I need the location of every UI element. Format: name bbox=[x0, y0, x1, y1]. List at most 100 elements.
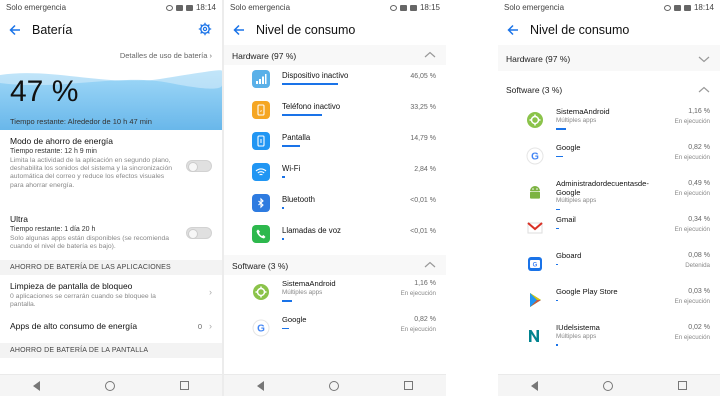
software-list: SistemaAndroid Múltiples apps 1,16 % En eje… bbox=[498, 103, 720, 355]
alarm-icon bbox=[165, 4, 173, 11]
clock-text: 18:15 bbox=[419, 3, 440, 12]
ultra-toggle[interactable] bbox=[186, 227, 212, 239]
hardware-item[interactable]: Wi-Fi 2,84 % bbox=[224, 158, 446, 189]
hardware-item[interactable]: Pantalla 14,79 % bbox=[224, 127, 446, 158]
usage-bar bbox=[282, 327, 290, 330]
battery-percent: 47 % bbox=[10, 75, 79, 108]
ultra-desc: Solo algunas apps están disponibles (se … bbox=[10, 235, 170, 251]
usage-percent: 46,05 % bbox=[410, 73, 436, 80]
nav-recents-icon[interactable] bbox=[180, 381, 190, 390]
phone-idle-icon: z bbox=[252, 101, 270, 119]
app-item[interactable]: G Google 0,82 % En ejecución bbox=[224, 311, 446, 347]
software-group-header[interactable]: Software (3 %) bbox=[224, 255, 446, 275]
lock-cleanup-desc: 0 aplicaciones se cerrarán cuando se blo… bbox=[10, 293, 156, 309]
back-arrow-icon[interactable] bbox=[232, 23, 246, 37]
svg-text:G: G bbox=[531, 152, 539, 163]
chevron-up-icon bbox=[424, 261, 436, 268]
battery-remaining: Tiempo restante: Alrededor de 10 h 47 mi… bbox=[10, 117, 152, 126]
carrier-text: Solo emergencia bbox=[230, 3, 291, 12]
back-arrow-icon[interactable] bbox=[506, 23, 520, 37]
panel-gap bbox=[446, 0, 498, 396]
usage-percent: 0,49 % bbox=[688, 180, 710, 187]
high-consumption-title: Apps de alto consumo de energía bbox=[10, 321, 138, 331]
app-item-subtitle: Múltiples apps bbox=[556, 197, 597, 205]
nav-bar bbox=[498, 374, 720, 396]
usage-percent: 2,84 % bbox=[414, 166, 436, 173]
nav-back-icon[interactable] bbox=[32, 380, 40, 391]
chevron-down-icon bbox=[698, 56, 710, 63]
hardware-item[interactable]: Llamadas de voz <0,01 % bbox=[224, 220, 446, 251]
app-item-name: SistemaAndroid Múltiples apps bbox=[282, 279, 392, 297]
app-item-name: Google bbox=[282, 315, 307, 324]
hardware-group-header[interactable]: Hardware (97 %) bbox=[498, 45, 720, 71]
software-list: SistemaAndroid Múltiples apps 1,16 % En eje… bbox=[224, 275, 446, 347]
app-item[interactable]: Google Play Store 0,03 % En ejecución bbox=[498, 283, 720, 319]
hardware-item[interactable]: z Teléfono inactivo 33,25 % bbox=[224, 96, 446, 127]
status-bar: Solo emergencia 18:14 bbox=[0, 0, 222, 15]
usage-percent: 0,34 % bbox=[688, 216, 710, 223]
app-item[interactable]: G Google 0,82 % En ejecución bbox=[498, 139, 720, 175]
page-title: Nivel de consumo bbox=[530, 23, 630, 37]
usage-percent: 1,16 % bbox=[688, 108, 710, 115]
usage-bar bbox=[282, 83, 338, 85]
high-consumption-apps[interactable]: Apps de alto consumo de energía 0 › bbox=[0, 315, 222, 343]
gear-icon[interactable] bbox=[198, 22, 212, 36]
nav-recents-icon[interactable] bbox=[678, 381, 688, 390]
battery-usage-details-link[interactable]: Detalles de uso de batería › bbox=[120, 51, 212, 60]
screen-icon bbox=[252, 132, 270, 150]
usage-bar bbox=[556, 155, 564, 158]
hardware-group-header[interactable]: Hardware (97 %) bbox=[224, 45, 446, 65]
svg-text:G: G bbox=[533, 263, 538, 269]
nav-back-icon[interactable] bbox=[530, 380, 538, 391]
software-group-label: Software (3 %) bbox=[506, 85, 563, 95]
battery-screen: Solo emergencia 18:14 Batería Detalles d… bbox=[0, 0, 222, 396]
usage-bar bbox=[282, 114, 323, 116]
back-arrow-icon[interactable] bbox=[8, 23, 22, 37]
app-state: Detenida bbox=[685, 262, 710, 269]
app-item[interactable]: G Gboard 0,08 % Detenida bbox=[498, 247, 720, 283]
wifi-icon bbox=[252, 163, 270, 181]
google-icon: G bbox=[252, 319, 270, 337]
usage-percent: 1,16 % bbox=[414, 280, 436, 287]
page-title: Batería bbox=[32, 23, 73, 37]
page-title: Nivel de consumo bbox=[256, 23, 356, 37]
svg-text:z: z bbox=[260, 108, 262, 113]
nav-home-icon[interactable] bbox=[328, 380, 339, 391]
wifi-status-icon bbox=[399, 4, 407, 11]
software-group-header[interactable]: Software (3 %) bbox=[498, 71, 720, 103]
ultra-setting[interactable]: Ultra Tiempo restante: 1 día 20 h Solo a… bbox=[0, 208, 222, 260]
section-app-battery-saving: AHORRO DE BATERÍA DE LAS APLICACIONES bbox=[0, 260, 222, 275]
app-item-name: IUdelsistema Múltiples apps bbox=[556, 323, 666, 341]
usage-percent: 14,79 % bbox=[410, 135, 436, 142]
usage-bar bbox=[282, 176, 286, 178]
app-bar: Nivel de consumo bbox=[498, 15, 720, 45]
lock-screen-cleanup[interactable]: Limpieza de pantalla de bloqueo 0 aplica… bbox=[0, 275, 222, 315]
usage-percent: 0,02 % bbox=[688, 324, 710, 331]
nav-home-icon[interactable] bbox=[104, 380, 115, 391]
nav-bar bbox=[0, 374, 222, 396]
app-item[interactable]: Gmail 0,34 % En ejecución bbox=[498, 211, 720, 247]
carrier-text: Solo emergencia bbox=[504, 3, 565, 12]
power-saving-time: Tiempo restante: 12 h 9 min bbox=[10, 148, 97, 155]
power-saving-toggle[interactable] bbox=[186, 160, 212, 172]
nav-home-icon[interactable] bbox=[602, 380, 613, 391]
app-item[interactable]: SistemaAndroid Múltiples apps 1,16 % En eje… bbox=[224, 275, 446, 311]
app-item-name: Google bbox=[556, 143, 581, 152]
app-item[interactable]: SistemaAndroid Múltiples apps 1,16 % En eje… bbox=[498, 103, 720, 139]
hardware-item[interactable]: Bluetooth <0,01 % bbox=[224, 189, 446, 220]
gmail-icon bbox=[526, 219, 544, 237]
app-state: En ejecución bbox=[674, 334, 710, 341]
app-item[interactable]: IUdelsistema Múltiples apps 0,02 % En ejecu… bbox=[498, 319, 720, 355]
alarm-icon bbox=[389, 4, 397, 11]
hardware-item[interactable]: Dispositivo inactivo 46,05 % bbox=[224, 65, 446, 96]
nav-recents-icon[interactable] bbox=[404, 381, 414, 390]
usage-bar bbox=[556, 263, 558, 266]
power-saving-setting[interactable]: Modo de ahorro de energía Tiempo restant… bbox=[0, 130, 222, 208]
nav-back-icon[interactable] bbox=[256, 380, 264, 391]
alarm-icon bbox=[663, 4, 671, 11]
usage-bar bbox=[556, 299, 558, 302]
app-item-subtitle: Múltiples apps bbox=[556, 332, 597, 340]
power-saving-title: Modo de ahorro de energía bbox=[10, 136, 114, 146]
app-state: En ejecución bbox=[674, 298, 710, 305]
app-item[interactable]: Administradordecuentasde-Google Múltiples… bbox=[498, 175, 720, 211]
